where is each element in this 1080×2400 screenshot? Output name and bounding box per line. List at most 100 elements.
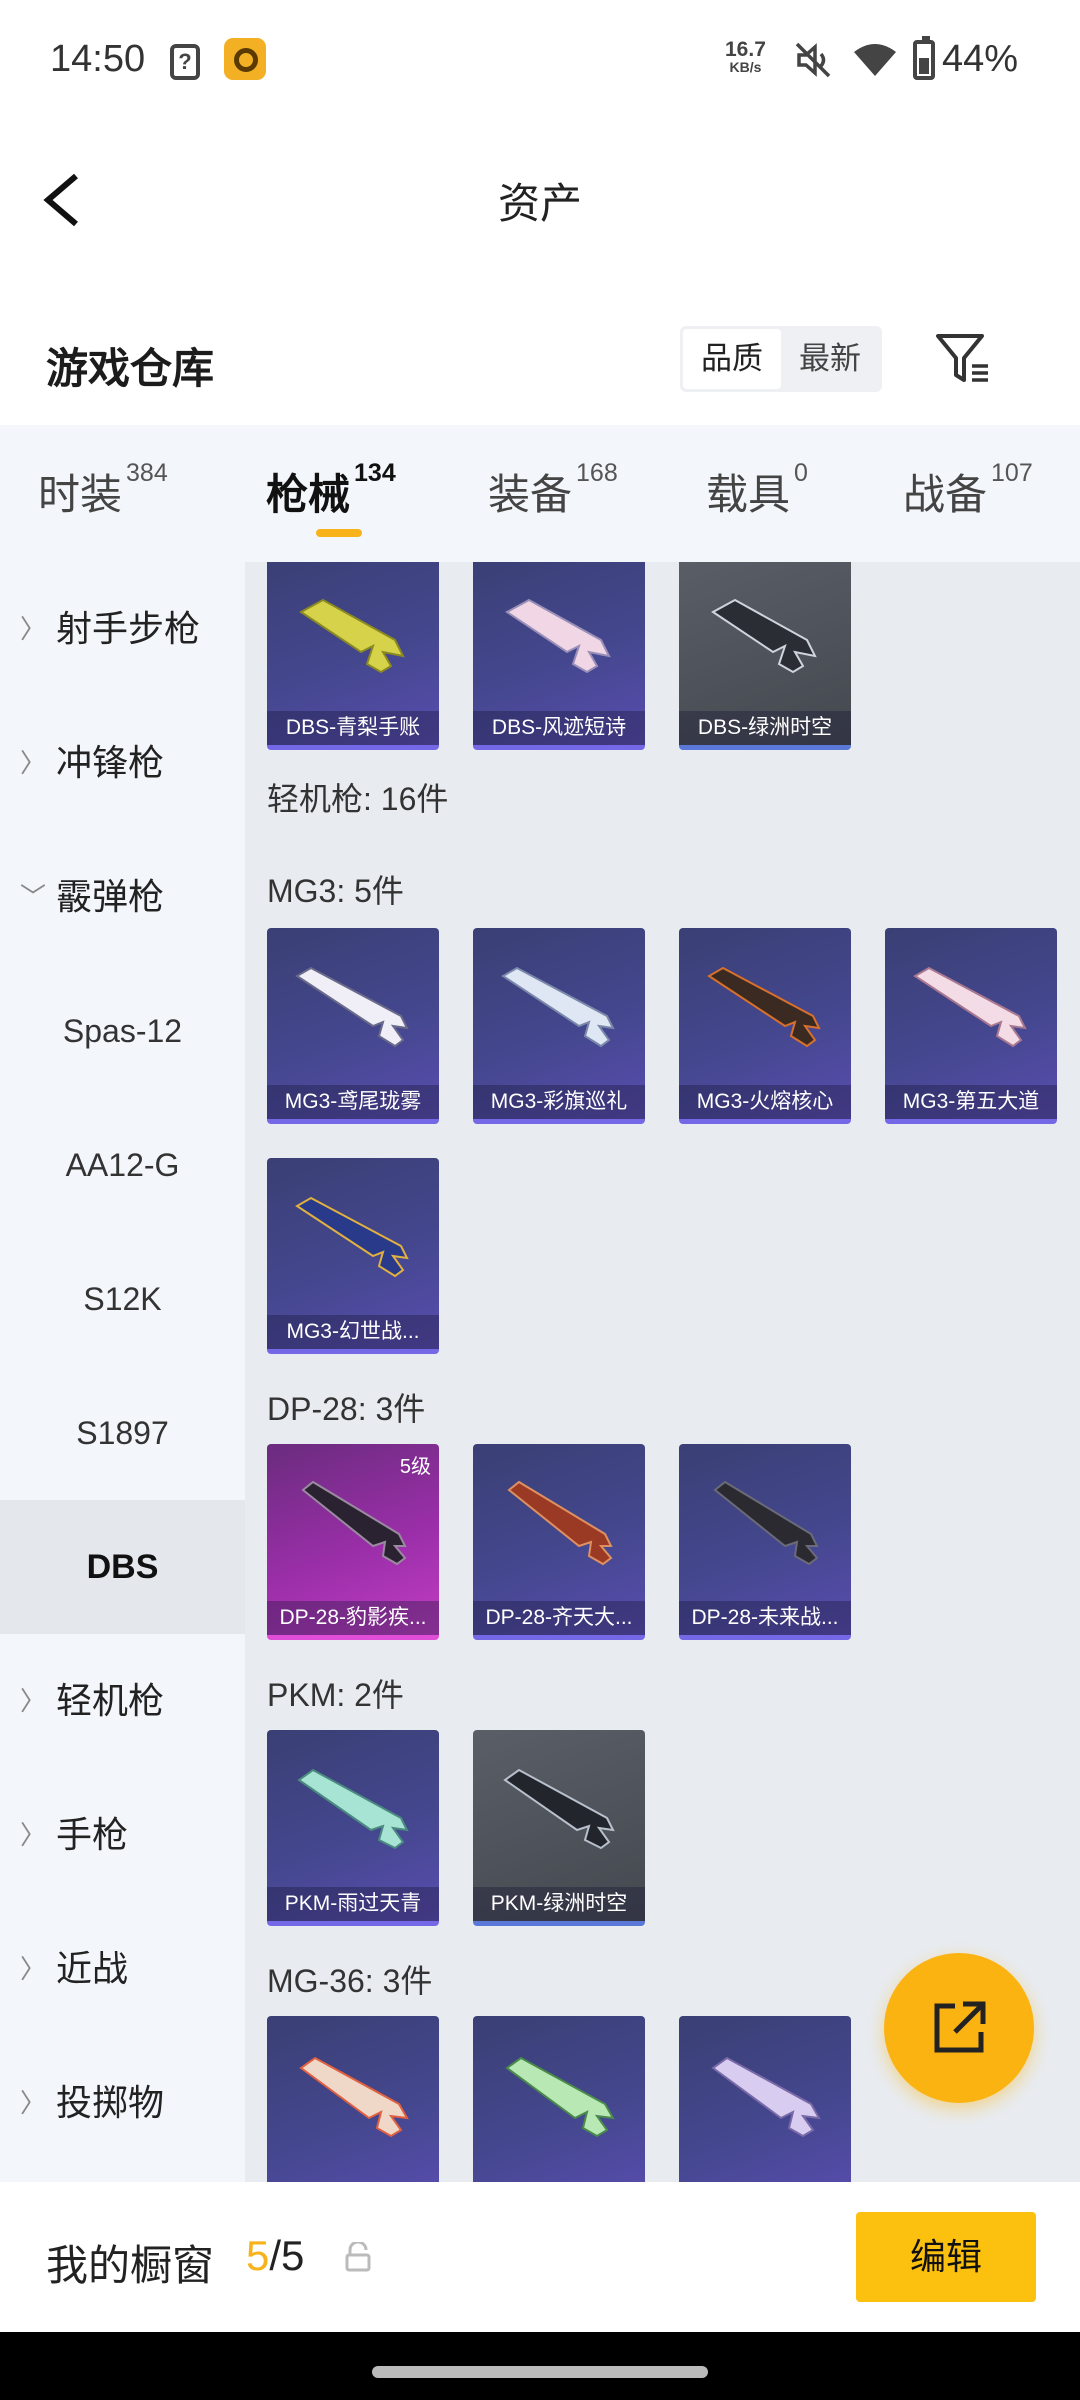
chevron-right-icon: 〉 bbox=[20, 748, 47, 778]
system-nav-bar bbox=[0, 2332, 1080, 2400]
weapon-card[interactable]: MG3-鸢尾珑雾 bbox=[267, 928, 439, 1124]
weapon-card[interactable]: PKM-雨过天青 bbox=[267, 1730, 439, 1926]
tab-label: 时装 bbox=[38, 471, 123, 518]
sidebar-item-shotgun[interactable]: ﹀ 霰弹枪 bbox=[0, 830, 245, 964]
tab-supplies[interactable]: 战备 107 bbox=[903, 459, 1033, 522]
edit-button[interactable]: 编辑 bbox=[856, 2212, 1036, 2302]
group-header-mg3: MG3: 5件 bbox=[267, 873, 404, 909]
weapon-image-icon bbox=[301, 1480, 407, 1566]
sim-icon: ? bbox=[170, 44, 200, 80]
tab-count: 134 bbox=[354, 459, 396, 487]
sidebar-sub-s1897[interactable]: S1897 bbox=[0, 1366, 245, 1500]
chevron-right-icon: 〉 bbox=[20, 1954, 47, 1984]
chevron-right-icon: 〉 bbox=[20, 2088, 47, 2118]
status-bar: 14:50 ? 16.7 KB/s 44% bbox=[0, 0, 1080, 120]
sidebar-sub-dbs[interactable]: DBS bbox=[0, 1500, 245, 1634]
weapon-card[interactable]: DBS-风迹短诗 bbox=[473, 562, 645, 750]
weapon-name: PKM-雨过天青 bbox=[267, 1887, 439, 1921]
weapon-card[interactable]: MG3-第五大道 bbox=[885, 928, 1057, 1124]
sidebar-item-label: 手枪 bbox=[56, 1814, 129, 1855]
home-gesture-handle[interactable] bbox=[372, 2366, 708, 2378]
app-notification-icon bbox=[224, 38, 266, 80]
chevron-right-icon: 〉 bbox=[20, 1820, 47, 1850]
sidebar-item-throwable[interactable]: 〉投掷物 bbox=[0, 2036, 245, 2170]
weapon-image-icon bbox=[505, 598, 611, 674]
weapon-name: MG3-鸢尾珑雾 bbox=[267, 1085, 439, 1119]
weapon-category-sidebar: 〉射手步枪 〉冲锋枪 ﹀ 霰弹枪 Spas-12 AA12-G S12K S189… bbox=[0, 562, 245, 2182]
weapon-card[interactable]: 5级 DP-28-豹影疾... bbox=[267, 1444, 439, 1640]
mute-icon bbox=[795, 42, 831, 78]
weapon-name: DP-28-齐天大... bbox=[473, 1601, 645, 1635]
sidebar-item-marksman-rifle[interactable]: 〉射手步枪 bbox=[0, 562, 245, 696]
sidebar-sub-s12k[interactable]: S12K bbox=[0, 1232, 245, 1366]
sidebar-item-label: 轻机枪 bbox=[56, 1680, 165, 1721]
sidebar-item-smg[interactable]: 〉冲锋枪 bbox=[0, 696, 245, 830]
weapon-grid: DBS-青梨手账 DBS-风迹短诗 DBS-绿洲时空 轻机枪: 16件 MG3:… bbox=[245, 562, 1080, 2182]
weapon-card[interactable]: DP-28-齐天大... bbox=[473, 1444, 645, 1640]
weapon-card[interactable]: PKM-绿洲时空 bbox=[473, 1730, 645, 1926]
share-button[interactable] bbox=[884, 1953, 1034, 2103]
tab-count: 107 bbox=[991, 459, 1033, 487]
weapon-image-icon bbox=[713, 1480, 819, 1566]
weapon-image-icon bbox=[501, 966, 615, 1048]
weapon-card[interactable]: MG3-幻世战... bbox=[267, 1158, 439, 1354]
weapon-name: PKM-绿洲时空 bbox=[473, 1887, 645, 1921]
network-speed-value: 16.7 bbox=[725, 38, 766, 61]
showcase-count: 5/5 bbox=[246, 2232, 304, 2280]
sidebar-item-label: 近战 bbox=[56, 1948, 129, 1989]
weapon-name: MG3-彩旗巡礼 bbox=[473, 1085, 645, 1119]
weapon-image-icon bbox=[503, 1768, 615, 1850]
weapon-card[interactable]: MG3-火熔核心 bbox=[679, 928, 851, 1124]
weapon-card[interactable] bbox=[473, 2016, 645, 2182]
weapon-card[interactable] bbox=[679, 2016, 851, 2182]
network-speed-unit: KB/s bbox=[729, 59, 762, 75]
sidebar-sub-aa12g[interactable]: AA12-G bbox=[0, 1098, 245, 1232]
tab-count: 168 bbox=[576, 459, 618, 487]
group-header-lmg: 轻机枪: 16件 bbox=[267, 781, 449, 817]
chevron-right-icon: 〉 bbox=[20, 614, 47, 644]
network-speed: 16.7 KB/s bbox=[725, 38, 766, 75]
weapon-image-icon bbox=[711, 598, 817, 674]
weapon-card[interactable]: MG3-彩旗巡礼 bbox=[473, 928, 645, 1124]
sidebar-item-lmg[interactable]: 〉轻机枪 bbox=[0, 1634, 245, 1768]
tab-vehicles[interactable]: 载具 0 bbox=[706, 459, 808, 522]
tab-label: 枪械 bbox=[266, 471, 351, 518]
group-header-mg36: MG-36: 3件 bbox=[267, 1963, 433, 1999]
status-time: 14:50 bbox=[50, 38, 146, 80]
weapon-name: DBS-风迹短诗 bbox=[473, 711, 645, 745]
sort-latest-button[interactable]: 最新 bbox=[781, 329, 879, 389]
weapon-card[interactable]: DP-28-未来战... bbox=[679, 1444, 851, 1640]
lock-icon bbox=[345, 2242, 371, 2272]
weapon-name: DP-28-豹影疾... bbox=[267, 1601, 439, 1635]
battery-icon bbox=[913, 36, 935, 80]
weapon-name: DBS-绿洲时空 bbox=[679, 711, 851, 745]
filter-icon[interactable] bbox=[932, 328, 992, 388]
weapon-image-icon bbox=[295, 1196, 409, 1278]
weapon-image-icon bbox=[913, 966, 1027, 1048]
chevron-right-icon: 〉 bbox=[20, 1686, 47, 1716]
tab-weapons[interactable]: 枪械 134 bbox=[266, 459, 396, 522]
tab-fashion[interactable]: 时装 384 bbox=[38, 459, 168, 522]
weapon-card[interactable]: DBS-青梨手账 bbox=[267, 562, 439, 750]
tab-equipment[interactable]: 装备 168 bbox=[488, 459, 618, 522]
weapon-card[interactable]: DBS-绿洲时空 bbox=[679, 562, 851, 750]
weapon-name: DBS-青梨手账 bbox=[267, 711, 439, 745]
sidebar-item-label: 射手步枪 bbox=[56, 608, 201, 649]
tab-label: 战备 bbox=[903, 471, 988, 518]
battery-percent: 44% bbox=[942, 38, 1019, 80]
weapon-image-icon bbox=[299, 598, 405, 674]
sidebar-item-pistol[interactable]: 〉手枪 bbox=[0, 1768, 245, 1902]
sidebar-item-melee[interactable]: 〉近战 bbox=[0, 1902, 245, 2036]
sort-quality-button[interactable]: 品质 bbox=[683, 329, 781, 389]
category-tabs: 时装 384 枪械 134 装备 168 载具 0 战备 107 bbox=[0, 425, 1080, 562]
weapon-name: MG3-火熔核心 bbox=[679, 1085, 851, 1119]
sort-toggle: 品质 最新 bbox=[680, 326, 882, 392]
sidebar-sub-spas12[interactable]: Spas-12 bbox=[0, 964, 245, 1098]
tab-count: 384 bbox=[126, 459, 168, 487]
weapon-name: MG3-第五大道 bbox=[885, 1085, 1057, 1119]
showcase-count-total: /5 bbox=[269, 2232, 305, 2279]
section-header: 游戏仓库 品质 最新 bbox=[0, 300, 1080, 425]
showcase-count-current: 5 bbox=[246, 2232, 270, 2279]
weapon-card[interactable] bbox=[267, 2016, 439, 2182]
sidebar-item-label: 霰弹枪 bbox=[56, 876, 165, 917]
